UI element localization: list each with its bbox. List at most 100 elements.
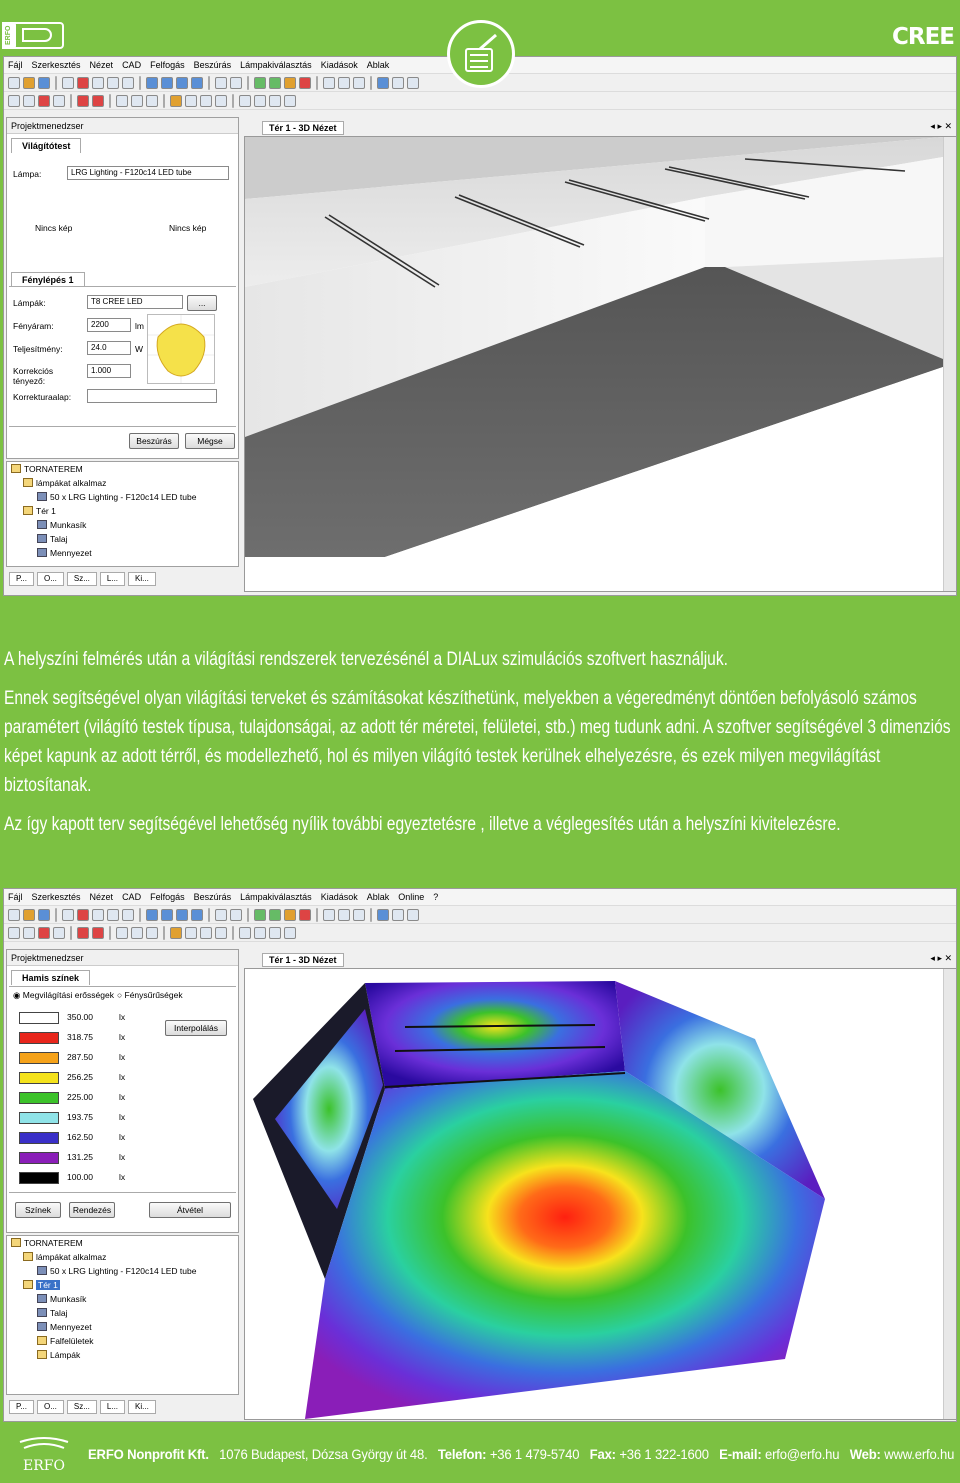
web-link[interactable]: www.erfo.hu [884,1446,954,1462]
shape-icon[interactable] [269,94,281,107]
tab-objects[interactable]: O... [36,1400,64,1414]
tree-item[interactable]: TORNATEREM [7,462,238,476]
room-icon[interactable] [146,908,158,921]
new-icon[interactable] [8,908,20,921]
tool-icon[interactable] [215,908,227,921]
shape-icon[interactable] [284,926,296,939]
view-top-icon[interactable] [176,908,188,921]
tree-item[interactable]: Falfelületek [7,1334,238,1348]
false-color-icon[interactable] [299,76,311,89]
rotate-icon[interactable] [38,926,50,939]
open-icon[interactable] [23,908,35,921]
false-color-icon[interactable] [299,908,311,921]
grid-icon[interactable] [353,908,365,921]
color-swatch[interactable] [19,1052,59,1064]
menu-window[interactable]: Ablak [367,892,390,902]
align-icon[interactable] [77,926,89,939]
tool-icon[interactable] [200,926,212,939]
tree-item[interactable]: Mennyezet [7,546,238,560]
flux-input[interactable]: 2200 [87,318,131,332]
render-icon[interactable] [269,76,281,89]
tab-luminaire[interactable]: Világítótest [11,138,82,153]
menu-insert[interactable]: Beszúrás [194,60,232,70]
shape-icon[interactable] [254,94,266,107]
tree-item[interactable]: 50 x LRG Lighting - F120c14 LED tube [7,1264,238,1278]
interpolate-button[interactable]: Interpolálás [165,1020,227,1036]
tree-item[interactable]: Lámpák [7,1348,238,1362]
menu-file[interactable]: Fájl [8,892,23,902]
select-icon[interactable] [8,926,20,939]
render-icon[interactable] [269,908,281,921]
menu-output[interactable]: Kiadások [321,60,358,70]
orbit-icon[interactable] [146,94,158,107]
move-icon[interactable] [23,926,35,939]
color-swatch[interactable] [19,1072,59,1084]
email-link[interactable]: erfo@erfo.hu [765,1446,840,1462]
array-icon[interactable] [92,926,104,939]
print-icon[interactable] [62,908,74,921]
array-icon[interactable] [92,94,104,107]
cancel-button[interactable]: Mégse [185,433,235,449]
color-swatch[interactable] [19,1012,59,1024]
tab-output[interactable]: Ki... [128,572,156,586]
colors-button[interactable]: Színek [15,1202,61,1218]
view-3d-icon[interactable] [161,908,173,921]
insert-button[interactable]: Beszúrás [129,433,179,449]
menu-file[interactable]: Fájl [8,60,23,70]
radio-luminance[interactable]: ○ Fénysűrűségek [117,990,183,1000]
view-3d-icon[interactable] [161,76,173,89]
menu-cad[interactable]: CAD [122,60,141,70]
paste-icon[interactable] [122,76,134,89]
grid-icon[interactable] [338,76,350,89]
false-color-viewport[interactable] [244,968,956,1420]
orbit-icon[interactable] [146,926,158,939]
tree-item[interactable]: Talaj [7,1306,238,1320]
close-icon[interactable]: ◂ ▸ ✕ [930,121,952,132]
tool-icon[interactable] [200,94,212,107]
zoom-icon[interactable] [116,94,128,107]
menu-lamp-select[interactable]: Lámpakiválasztás [240,892,312,902]
tab-false-colors[interactable]: Hamis színek [11,970,91,985]
grid-icon[interactable] [338,908,350,921]
tool-icon[interactable] [185,926,197,939]
align-icon[interactable] [77,94,89,107]
tool-icon[interactable] [392,908,404,921]
tab-colors[interactable]: Sz... [66,1400,97,1414]
view-top-icon[interactable] [176,76,188,89]
tab-project[interactable]: P... [9,1400,34,1414]
move-icon[interactable] [23,94,35,107]
shape-icon[interactable] [284,94,296,107]
color-swatch[interactable] [19,1172,59,1184]
rotate-icon[interactable] [38,94,50,107]
cut-icon[interactable] [92,908,104,921]
cut-icon[interactable] [92,76,104,89]
tool-icon[interactable] [230,76,242,89]
view-side-icon[interactable] [191,76,203,89]
browse-button[interactable]: ... [187,295,217,311]
tab-luminaires[interactable]: L... [99,1400,126,1414]
tool-icon[interactable] [215,94,227,107]
tree-item[interactable]: lámpákat alkalmaz [7,476,238,490]
menu-cad[interactable]: CAD [122,892,141,902]
apply-button[interactable]: Átvétel [149,1202,231,1218]
tool-icon[interactable] [392,76,404,89]
calc-icon[interactable] [254,76,266,89]
save-icon[interactable] [38,76,50,89]
paste-icon[interactable] [122,908,134,921]
menu-view[interactable]: Nézet [90,892,114,902]
tab-project[interactable]: P... [9,572,34,586]
menu-view[interactable]: Nézet [90,60,114,70]
shape-icon[interactable] [239,94,251,107]
menu-felfogas[interactable]: Felfogás [150,60,185,70]
color-swatch[interactable] [19,1132,59,1144]
color-swatch[interactable] [19,1112,59,1124]
menu-window[interactable]: Ablak [367,60,390,70]
tool-icon[interactable] [230,908,242,921]
tool-icon[interactable] [215,926,227,939]
tab-colors[interactable]: Sz... [66,572,97,586]
light-icon[interactable] [284,76,296,89]
tool-icon[interactable] [407,76,419,89]
menu-felfogas[interactable]: Felfogás [150,892,185,902]
grid-icon[interactable] [323,908,335,921]
tree-item-selected[interactable]: Tér 1 [7,1278,238,1292]
